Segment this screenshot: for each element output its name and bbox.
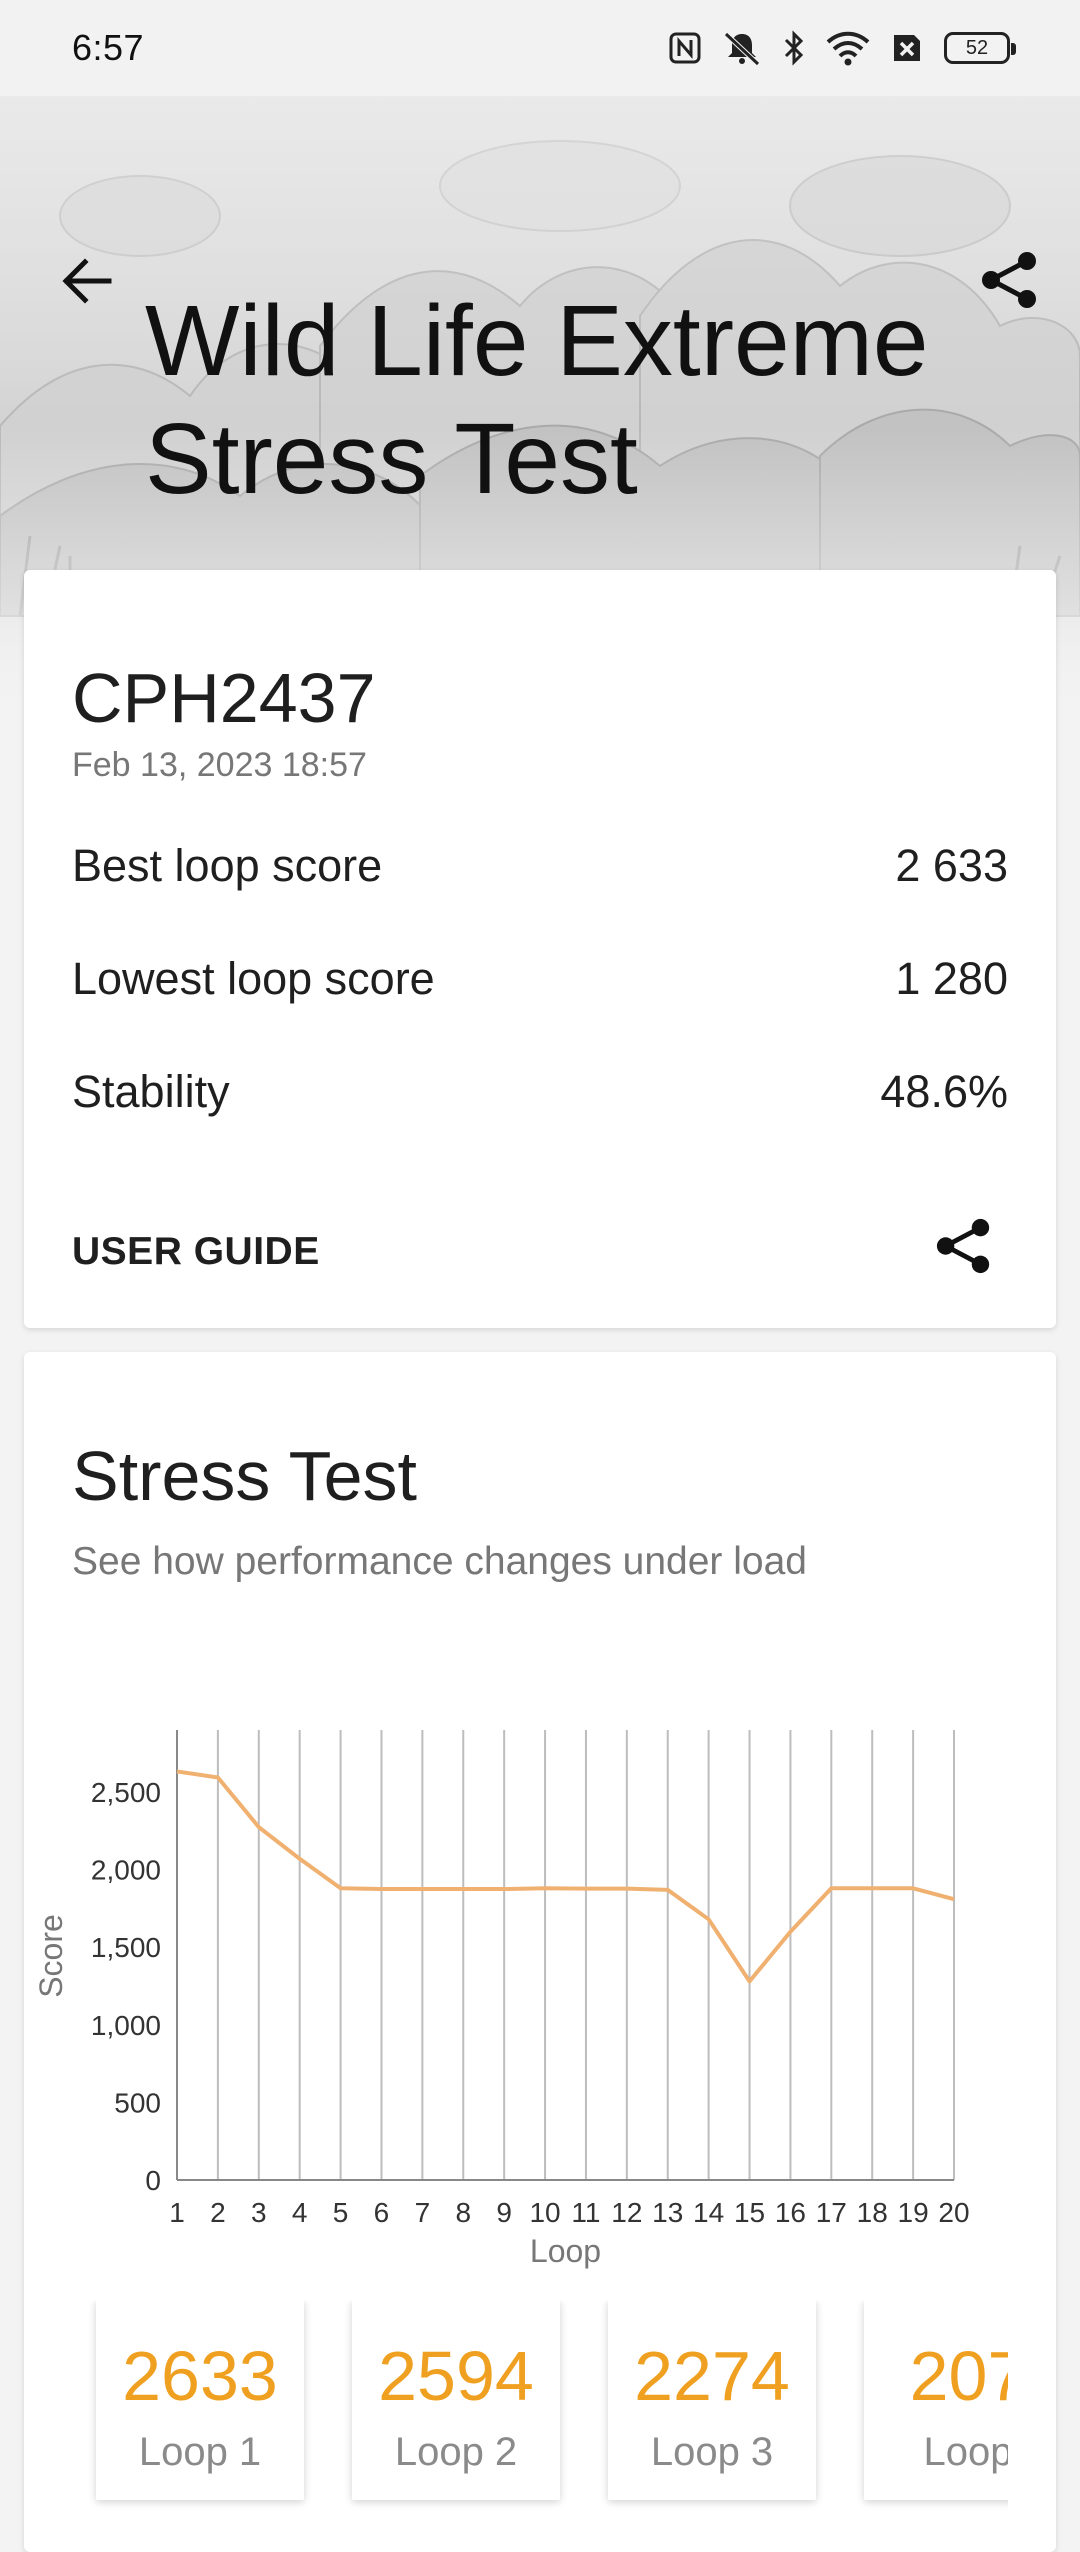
x-tick-label: 9 bbox=[496, 2197, 512, 2228]
x-tick-label: 18 bbox=[857, 2197, 888, 2228]
x-tick-label: 10 bbox=[529, 2197, 560, 2228]
loop-label: Loop 2 bbox=[352, 2430, 560, 2475]
x-tick-label: 17 bbox=[816, 2197, 847, 2228]
y-tick-label: 2,000 bbox=[91, 1855, 161, 1886]
loop-score: 2274 bbox=[608, 2336, 816, 2416]
loop-score: 207 bbox=[864, 2336, 1008, 2416]
x-axis-label: Loop bbox=[530, 2233, 601, 2269]
score-line bbox=[177, 1771, 954, 1981]
x-tick-label: 11 bbox=[571, 2197, 600, 2228]
x-tick-label: 16 bbox=[775, 2197, 806, 2228]
y-tick-label: 1,500 bbox=[91, 1932, 161, 1963]
x-tick-label: 12 bbox=[611, 2197, 642, 2228]
loop-label: Loop bbox=[864, 2430, 1008, 2475]
loop-score: 2633 bbox=[96, 2336, 304, 2416]
stress-chart: 05001,0001,5002,0002,5001234567891011121… bbox=[0, 0, 1080, 2300]
x-tick-label: 2 bbox=[210, 2197, 226, 2228]
x-tick-label: 15 bbox=[734, 2197, 765, 2228]
x-tick-label: 5 bbox=[333, 2197, 349, 2228]
x-tick-label: 8 bbox=[455, 2197, 471, 2228]
loop-score: 2594 bbox=[352, 2336, 560, 2416]
x-tick-label: 14 bbox=[693, 2197, 724, 2228]
x-tick-label: 3 bbox=[251, 2197, 267, 2228]
y-tick-label: 500 bbox=[114, 2087, 161, 2118]
x-tick-label: 4 bbox=[292, 2197, 308, 2228]
x-tick-label: 20 bbox=[938, 2197, 969, 2228]
loop-tiles: 2633 Loop 1 2594 Loop 2 2274 Loop 3 207 Loop bbox=[72, 2300, 1008, 2520]
loop-label: Loop 3 bbox=[608, 2430, 816, 2475]
loop-tile[interactable]: 2274 Loop 3 bbox=[608, 2300, 816, 2500]
x-tick-label: 19 bbox=[898, 2197, 929, 2228]
y-axis-label: Score bbox=[33, 1914, 69, 1998]
x-tick-label: 13 bbox=[652, 2197, 683, 2228]
x-tick-label: 7 bbox=[415, 2197, 431, 2228]
loop-tile[interactable]: 2633 Loop 1 bbox=[96, 2300, 304, 2500]
loop-label: Loop 1 bbox=[96, 2430, 304, 2475]
x-tick-label: 1 bbox=[169, 2197, 185, 2228]
y-tick-label: 0 bbox=[145, 2165, 161, 2196]
y-tick-label: 2,500 bbox=[91, 1777, 161, 1808]
loop-tile[interactable]: 207 Loop bbox=[864, 2300, 1008, 2500]
x-tick-label: 6 bbox=[374, 2197, 390, 2228]
loop-tile[interactable]: 2594 Loop 2 bbox=[352, 2300, 560, 2500]
y-tick-label: 1,000 bbox=[91, 2010, 161, 2041]
